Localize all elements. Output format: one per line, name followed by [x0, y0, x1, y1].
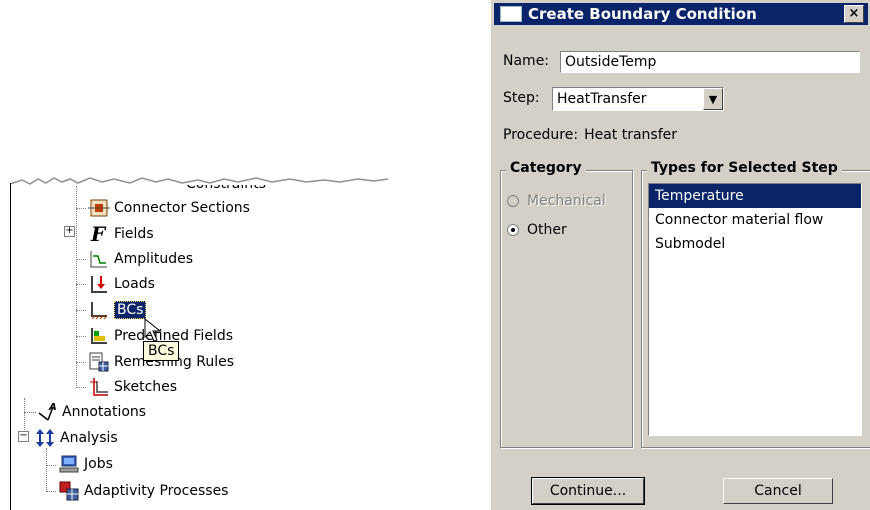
name-label: Name: [503, 53, 550, 69]
tree-frame [10, 183, 11, 510]
fields-icon: F [88, 222, 110, 246]
list-item-submodel[interactable]: Submodel [649, 232, 861, 256]
loads-icon [88, 273, 110, 295]
annotations-icon: A [36, 401, 58, 423]
procedure-label: Procedure: [503, 127, 579, 143]
create-boundary-condition-dialog: Create Boundary Condition × Name: Step: … [490, 0, 870, 510]
predefined-fields-icon [88, 325, 110, 347]
types-title: Types for Selected Step [647, 160, 842, 176]
tree-item-loads[interactable]: Loads [88, 272, 155, 296]
procedure-row: Procedure: Heat transfer [503, 127, 677, 143]
tooltip: BCs [143, 341, 180, 361]
tree-item-label: Annotations [62, 404, 147, 420]
tree-item-label: Loads [114, 276, 155, 292]
radio-label: Other [527, 222, 567, 238]
radio-button[interactable] [507, 195, 519, 207]
cancel-button[interactable]: Cancel [723, 478, 833, 504]
model-tree: Constraints Connector Sections + F Field… [0, 0, 470, 510]
list-item-temperature[interactable]: Temperature [649, 184, 861, 208]
svg-text:A: A [48, 402, 57, 413]
tree-item-label: Analysis [60, 430, 118, 446]
tree-item-label: BCs [114, 301, 147, 319]
connector-sections-icon [88, 197, 110, 219]
bcs-icon [88, 299, 110, 321]
adaptivity-processes-icon [58, 480, 80, 502]
tree-item-sketches[interactable]: Sketches [88, 375, 177, 399]
step-select[interactable]: HeatTransfer ▼ [552, 87, 724, 111]
name-input[interactable] [560, 51, 860, 73]
category-title: Category [506, 160, 586, 176]
continue-button[interactable]: Continue... [531, 477, 645, 505]
step-label: Step: [503, 90, 540, 106]
svg-text:F: F [90, 223, 107, 245]
tree-item-label: Adaptivity Processes [84, 483, 229, 499]
tree-item-annotations[interactable]: A Annotations [36, 400, 146, 424]
tree-item-label: Sketches [114, 379, 178, 395]
remeshing-rules-icon [88, 351, 110, 373]
tree-item-connector-sections[interactable]: Connector Sections [88, 196, 250, 220]
dialog-titlebar[interactable]: Create Boundary Condition × [494, 3, 868, 25]
tree-item-label: Jobs [84, 456, 113, 472]
tree-item-amplitudes[interactable]: Amplitudes [88, 247, 193, 271]
tree-item-label: Connector Sections [114, 200, 250, 216]
analysis-icon [34, 427, 56, 449]
types-listbox[interactable]: Temperature Connector material flow Subm… [648, 183, 862, 436]
amplitudes-icon [88, 248, 110, 270]
jobs-icon [58, 453, 80, 475]
collapse-analysis-button[interactable]: − [18, 431, 29, 442]
tree-item-label: Fields [114, 226, 154, 242]
tree-item-analysis[interactable]: Analysis [34, 426, 118, 450]
dialog-title: Create Boundary Condition [528, 5, 757, 23]
tree-item-jobs[interactable]: Jobs [58, 452, 113, 476]
expand-fields-button[interactable]: + [64, 226, 75, 237]
step-select-value: HeatTransfer [557, 91, 647, 107]
radio-button[interactable] [507, 224, 519, 236]
tree-item-bcs[interactable]: BCs [88, 298, 147, 322]
tree-item-constraints[interactable]: Constraints [186, 172, 266, 196]
chevron-down-icon[interactable]: ▼ [703, 88, 723, 110]
tree-item-label: Amplitudes [114, 251, 194, 267]
close-button[interactable]: × [844, 5, 864, 23]
tree-item-label: Constraints [186, 176, 266, 192]
category-group [500, 170, 633, 448]
tree-item-fields[interactable]: F Fields [88, 222, 154, 246]
tree-item-adaptivity-processes[interactable]: Adaptivity Processes [58, 479, 228, 503]
step-row: Step: [503, 90, 540, 106]
sketches-icon [88, 376, 110, 398]
procedure-value: Heat transfer [584, 127, 678, 143]
radio-other[interactable]: Other [507, 222, 567, 238]
window-icon [500, 6, 522, 22]
list-item-connector-material-flow[interactable]: Connector material flow [649, 208, 861, 232]
radio-label: Mechanical [527, 193, 606, 209]
radio-mechanical[interactable]: Mechanical [507, 193, 606, 209]
name-row: Name: [503, 53, 549, 69]
